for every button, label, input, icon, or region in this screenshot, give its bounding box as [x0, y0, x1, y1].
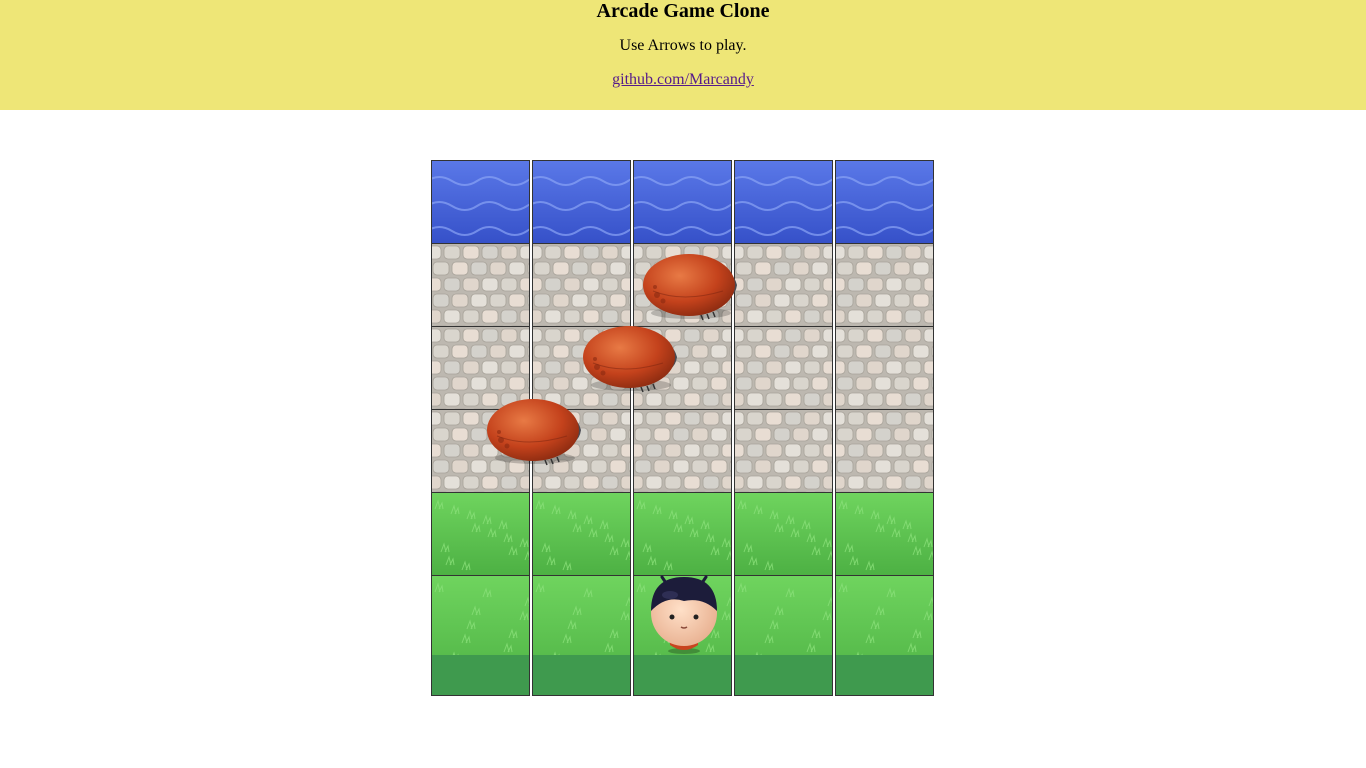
grass-dirt-edge [533, 655, 630, 695]
tile-stone [835, 243, 934, 327]
tile-grass [431, 575, 530, 696]
tile-grass [431, 492, 530, 576]
grass-dirt-edge [735, 655, 832, 695]
tile-stone [734, 243, 833, 327]
tile-stone [532, 243, 631, 327]
tile-grass [532, 492, 631, 576]
tile-grass [532, 575, 631, 696]
grass-dirt-edge [432, 655, 529, 695]
github-link[interactable]: github.com/Marcandy [612, 71, 754, 88]
tile-stone [734, 326, 833, 410]
tile-water [633, 160, 732, 244]
tile-grass [734, 575, 833, 696]
tile-stone [835, 409, 934, 493]
tile-stone [835, 326, 934, 410]
tile-grass [835, 575, 934, 696]
tile-grass [734, 492, 833, 576]
tile-water [835, 160, 934, 244]
tile-water [532, 160, 631, 244]
tile-stone [633, 409, 732, 493]
tile-water [431, 160, 530, 244]
tile-grass [633, 492, 732, 576]
tile-water [734, 160, 833, 244]
grass-dirt-edge [634, 655, 731, 695]
player-character [651, 575, 717, 654]
tile-stone [734, 409, 833, 493]
page-header: Arcade Game Clone Use Arrows to play. gi… [0, 0, 1366, 110]
instructions-text: Use Arrows to play. [619, 37, 747, 54]
tile-grass [835, 492, 934, 576]
github-link-container: github.com/Marcandy [0, 71, 1366, 89]
enemy-bug [486, 399, 581, 466]
game-canvas[interactable] [431, 160, 936, 696]
tile-stone [431, 243, 530, 327]
grass-dirt-edge [836, 655, 933, 695]
page-title: Arcade Game Clone [596, 0, 770, 22]
enemy-bug [582, 326, 677, 393]
enemy-bug [643, 254, 738, 321]
